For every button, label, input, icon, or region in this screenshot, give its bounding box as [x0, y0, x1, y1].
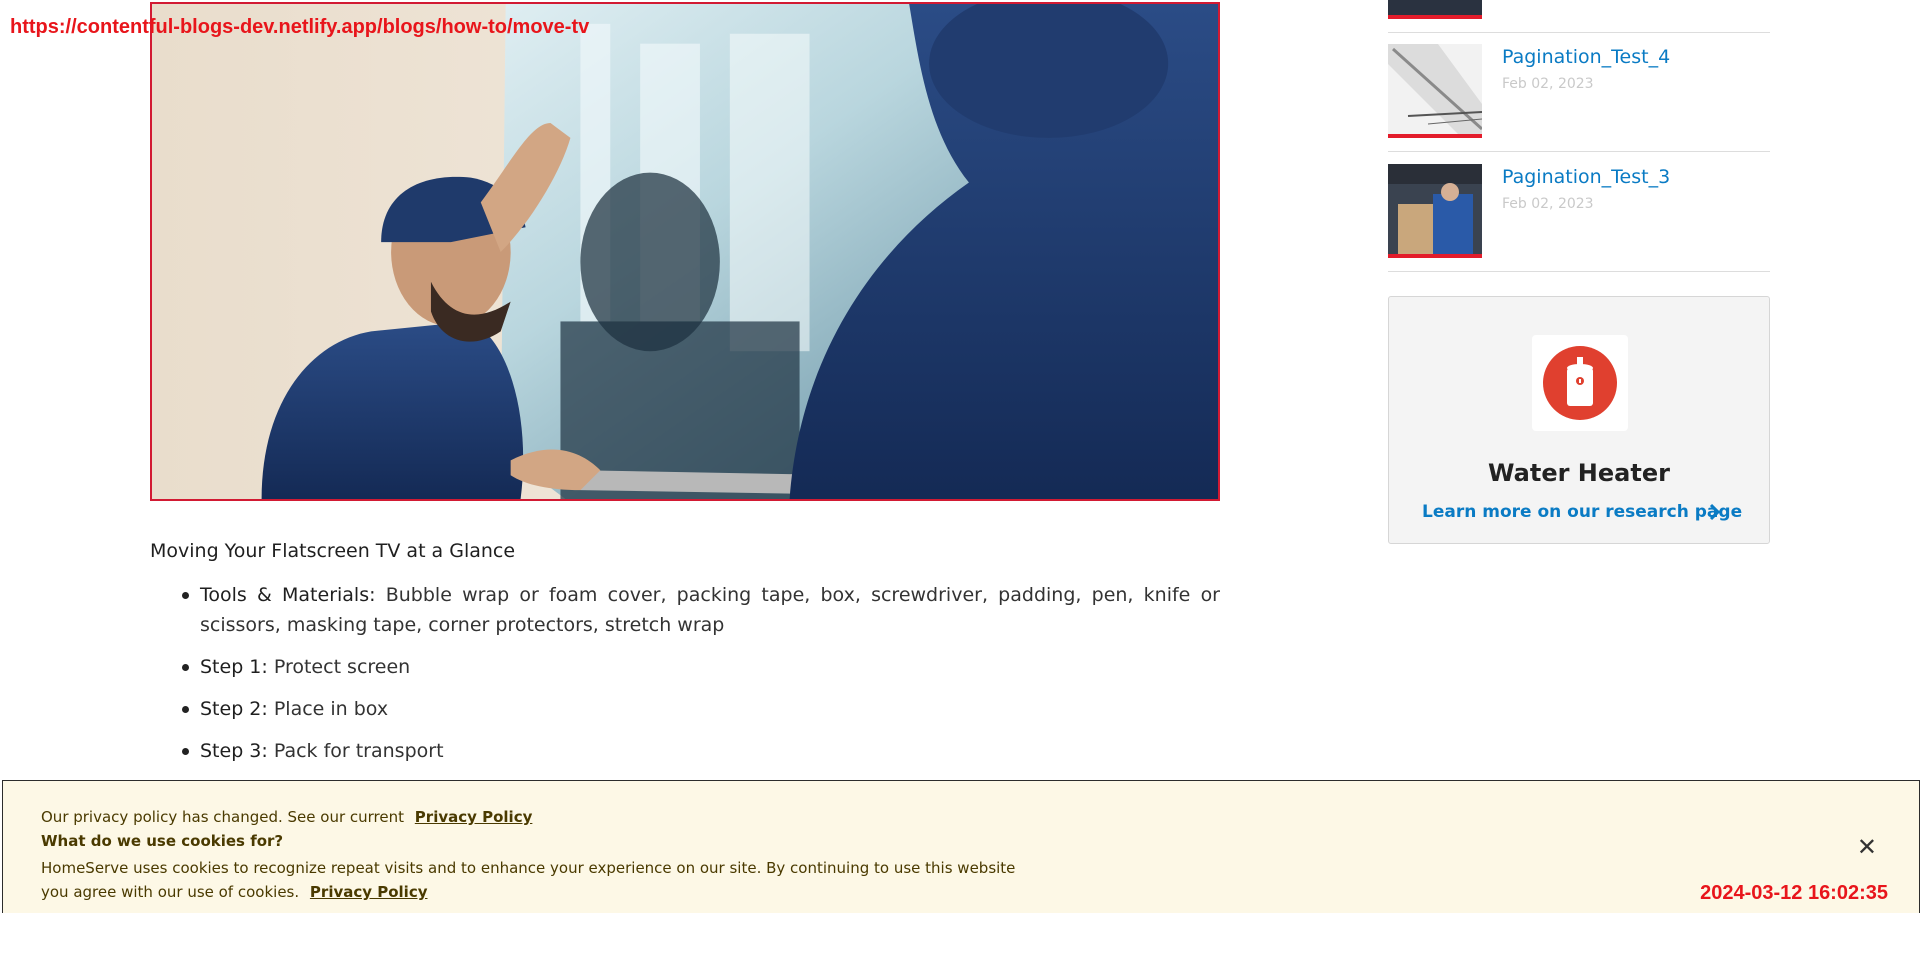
cookie-banner: Our privacy policy has changed. See our …: [2, 780, 1920, 913]
list-item: Step 2: Place in box: [182, 694, 1220, 724]
list-item-text: Pack for transport: [267, 740, 444, 762]
divider: [1388, 271, 1770, 272]
chevron-right-icon[interactable]: [1709, 503, 1721, 525]
post-title-link[interactable]: Pagination_Test_3: [1502, 166, 1670, 188]
list-item: Step 3: Pack for transport: [182, 736, 1220, 766]
timestamp-overlay: 2024-03-12 16:02:35: [1700, 882, 1888, 904]
divider: [1388, 32, 1770, 33]
list-item: Step 1: Protect screen: [182, 652, 1220, 682]
privacy-policy-link[interactable]: Privacy Policy: [310, 883, 428, 901]
list-item-label: Step 2:: [200, 698, 268, 720]
section-heading: Moving Your Flatscreen TV at a Glance: [150, 540, 516, 562]
sidebar-post[interactable]: Pagination_Test_4 Feb 02, 2023: [1388, 44, 1770, 139]
list-item-text: Protect screen: [267, 656, 411, 678]
privacy-notice-text: Our privacy policy has changed. See our …: [41, 808, 405, 826]
post-date: Feb 02, 2023: [1502, 196, 1594, 212]
post-thumbnail-partial[interactable]: [1388, 0, 1482, 19]
research-page-link[interactable]: Learn more on our research page: [1422, 502, 1742, 522]
glance-list: Tools & Materials: Bubble wrap or foam c…: [150, 580, 1220, 766]
close-icon[interactable]: ✕: [1857, 833, 1877, 861]
privacy-notice: Our privacy policy has changed. See our …: [41, 808, 532, 826]
sidebar-post[interactable]: Pagination_Test_3 Feb 02, 2023: [1388, 164, 1770, 259]
list-item-text: Place in box: [267, 698, 389, 720]
list-item: Tools & Materials: Bubble wrap or foam c…: [182, 580, 1220, 640]
url-overlay: https://contentful-blogs-dev.netlify.app…: [10, 16, 590, 38]
hero-photo: [152, 4, 1218, 499]
cookie-description: HomeServe uses cookies to recognize repe…: [41, 856, 1031, 904]
privacy-policy-link[interactable]: Privacy Policy: [415, 808, 533, 826]
list-item-label: Tools & Materials:: [200, 584, 376, 606]
water-heater-card: Water Heater Learn more on our research …: [1388, 296, 1770, 544]
post-date: Feb 02, 2023: [1502, 76, 1594, 92]
divider: [1388, 151, 1770, 152]
cookie-description-text: HomeServe uses cookies to recognize repe…: [41, 859, 1016, 901]
water-heater-icon: [1543, 346, 1617, 420]
list-item-label: Step 3:: [200, 740, 268, 762]
post-title-link[interactable]: Pagination_Test_4: [1502, 46, 1670, 68]
card-title: Water Heater: [1488, 459, 1670, 487]
water-heater-icon-box: [1532, 335, 1628, 431]
hero-image: [150, 2, 1220, 501]
post-thumbnail[interactable]: [1388, 164, 1482, 258]
post-thumbnail[interactable]: [1388, 44, 1482, 138]
article-glance-section: Moving Your Flatscreen TV at a Glance To…: [150, 540, 1220, 778]
list-item-label: Step 1:: [200, 656, 268, 678]
cookie-question: What do we use cookies for?: [41, 832, 284, 850]
